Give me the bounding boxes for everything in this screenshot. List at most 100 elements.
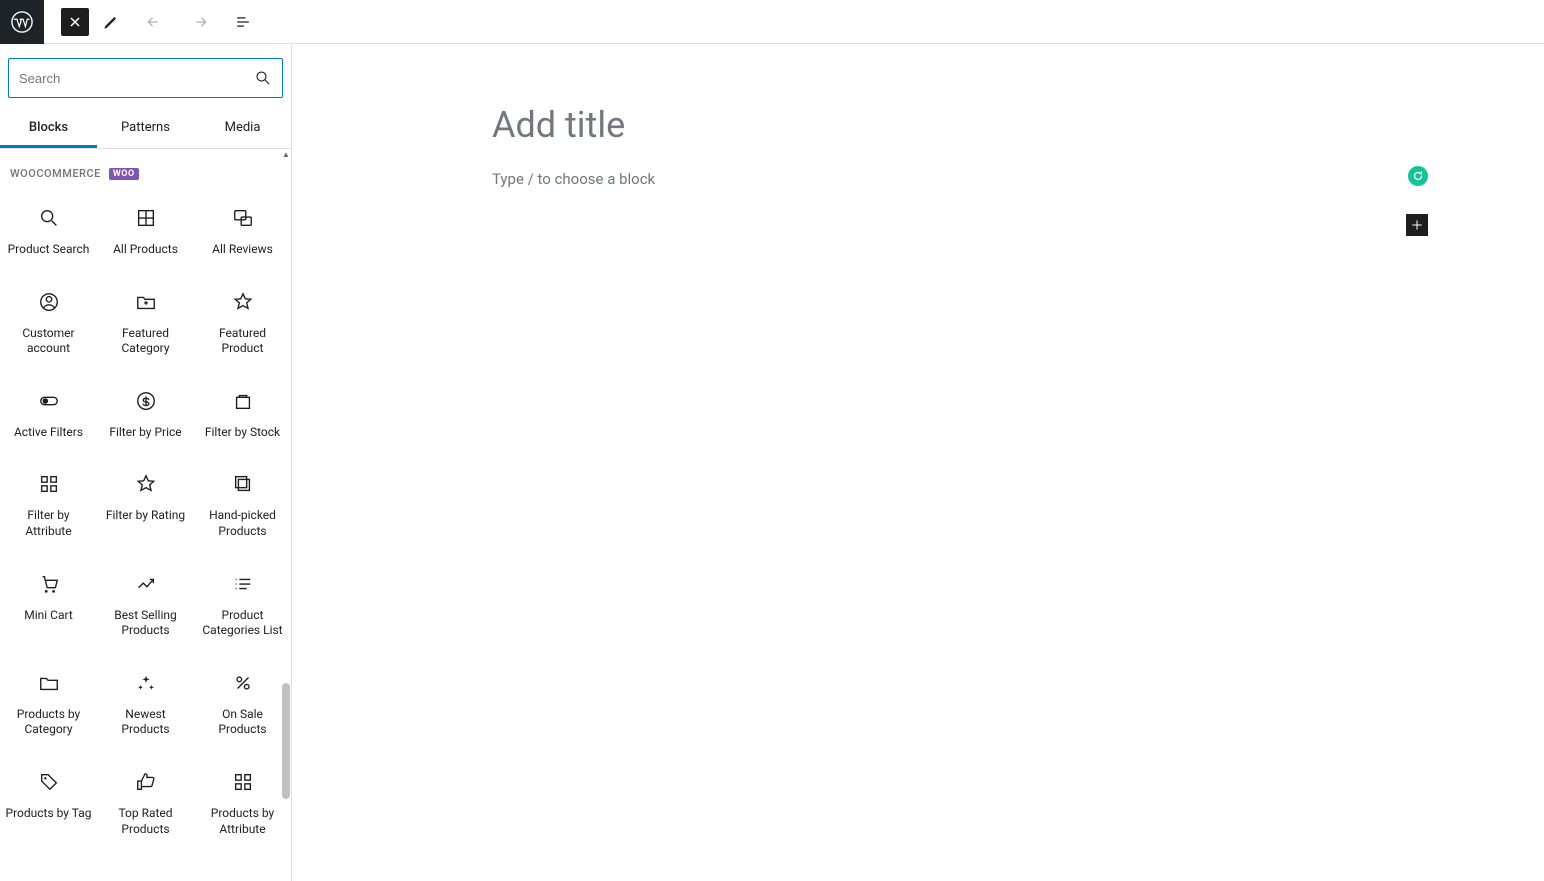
block-label: Products by Attribute (198, 806, 287, 837)
reviews-icon (231, 206, 255, 230)
folder-icon (37, 671, 61, 695)
block-label: Customer account (4, 326, 93, 357)
block-label: Filter by Rating (106, 508, 185, 524)
block-item-featured-product[interactable]: Featured Product (194, 272, 291, 371)
stack-icon (231, 472, 255, 496)
tab-label: Patterns (121, 120, 170, 135)
scrollbar[interactable]: ▲ (281, 149, 291, 881)
block-item-active-filters[interactable]: Active Filters (0, 371, 97, 455)
block-label: Featured Product (198, 326, 287, 357)
grid-icon (134, 206, 158, 230)
tools-button[interactable] (89, 0, 133, 44)
tab-media[interactable]: Media (194, 108, 291, 148)
block-label: Hand-picked Products (198, 508, 287, 539)
plus-icon (1409, 217, 1425, 233)
tab-blocks[interactable]: Blocks (0, 108, 97, 148)
star-icon (134, 472, 158, 496)
block-label: Active Filters (14, 425, 83, 441)
block-item-hand-picked-products[interactable]: Hand-picked Products (194, 454, 291, 553)
folder-plus-icon (134, 290, 158, 314)
tab-label: Media (225, 120, 261, 135)
block-label: Filter by Attribute (4, 508, 93, 539)
grammarly-icon (1411, 169, 1425, 183)
block-item-best-selling-products[interactable]: Best Selling Products (97, 554, 194, 653)
inserter-tabs: Blocks Patterns Media (0, 108, 291, 149)
tab-patterns[interactable]: Patterns (97, 108, 194, 148)
redo-icon (189, 12, 209, 32)
woo-badge: WOO (109, 168, 139, 180)
block-label: Best Selling Products (101, 608, 190, 639)
block-item-product-search[interactable]: Product Search (0, 188, 97, 272)
block-label: Products by Tag (6, 806, 92, 822)
list-icon (231, 572, 255, 596)
add-block-button[interactable] (1406, 214, 1428, 236)
block-item-on-sale-products[interactable]: On Sale Products (194, 653, 291, 752)
box-icon (231, 389, 255, 413)
star-icon (231, 290, 255, 314)
block-label: Featured Category (101, 326, 190, 357)
toggle-icon (37, 389, 61, 413)
editor-toolbar (0, 0, 1544, 44)
search-icon (254, 69, 272, 87)
block-item-customer-account[interactable]: Customer account (0, 272, 97, 371)
blocks-scroll-area[interactable]: WOOCOMMERCE WOO Product Search All Produc… (0, 149, 291, 881)
block-label: Top Rated Products (101, 806, 190, 837)
block-label: Filter by Price (109, 425, 181, 441)
block-item-filter-by-stock[interactable]: Filter by Stock (194, 371, 291, 455)
block-label: All Products (113, 242, 178, 258)
block-item-products-by-category[interactable]: Products by Category (0, 653, 97, 752)
percent-icon (231, 671, 255, 695)
block-item-featured-category[interactable]: Featured Category (97, 272, 194, 371)
post-title-input[interactable]: Add title (492, 104, 1372, 146)
block-label: Products by Category (4, 707, 93, 738)
section-title: WOOCOMMERCE (10, 167, 101, 180)
search-input[interactable] (19, 71, 254, 86)
grid4-icon (231, 770, 255, 794)
grid4-icon (37, 472, 61, 496)
document-overview-button[interactable] (221, 0, 265, 44)
block-item-products-by-tag[interactable]: Products by Tag (0, 752, 97, 851)
tab-label: Blocks (29, 120, 68, 135)
block-item-all-products[interactable]: All Products (97, 188, 194, 272)
block-item-filter-by-price[interactable]: Filter by Price (97, 371, 194, 455)
undo-icon (145, 12, 165, 32)
trend-icon (134, 572, 158, 596)
grammarly-button[interactable] (1408, 166, 1428, 186)
scroll-thumb[interactable] (282, 683, 290, 799)
tag-icon (37, 770, 61, 794)
block-label: Mini Cart (24, 608, 73, 624)
scroll-up-icon: ▲ (281, 149, 291, 159)
block-label: Filter by Stock (205, 425, 280, 441)
block-label: Newest Products (101, 707, 190, 738)
block-inserter-panel: Blocks Patterns Media WOOCOMMERCE WOO Pr… (0, 44, 292, 881)
block-item-newest-products[interactable]: Newest Products (97, 653, 194, 752)
editor-canvas: Add title Type / to choose a block (292, 44, 1544, 881)
close-icon (68, 15, 82, 29)
block-label: Product Categories List (198, 608, 287, 639)
cart-icon (37, 572, 61, 596)
outline-icon (233, 12, 253, 32)
undo-button[interactable] (133, 0, 177, 44)
block-label: All Reviews (212, 242, 273, 258)
dollar-icon (134, 389, 158, 413)
wordpress-logo[interactable] (0, 0, 44, 44)
block-item-product-categories-list[interactable]: Product Categories List (194, 554, 291, 653)
pencil-icon (101, 12, 121, 32)
block-label: Product Search (8, 242, 90, 258)
block-label: On Sale Products (198, 707, 287, 738)
wordpress-icon (11, 11, 33, 33)
block-item-filter-by-attribute[interactable]: Filter by Attribute (0, 454, 97, 553)
block-item-top-rated-products[interactable]: Top Rated Products (97, 752, 194, 851)
block-item-filter-by-rating[interactable]: Filter by Rating (97, 454, 194, 553)
block-item-mini-cart[interactable]: Mini Cart (0, 554, 97, 653)
block-search-box (8, 58, 283, 98)
thumbs-up-icon (134, 770, 158, 794)
redo-button[interactable] (177, 0, 221, 44)
paragraph-placeholder[interactable]: Type / to choose a block (492, 170, 1372, 188)
block-item-all-reviews[interactable]: All Reviews (194, 188, 291, 272)
search-icon (37, 206, 61, 230)
block-item-products-by-attribute[interactable]: Products by Attribute (194, 752, 291, 851)
account-icon (37, 290, 61, 314)
sparkle-icon (134, 671, 158, 695)
close-inserter-button[interactable] (61, 8, 89, 36)
